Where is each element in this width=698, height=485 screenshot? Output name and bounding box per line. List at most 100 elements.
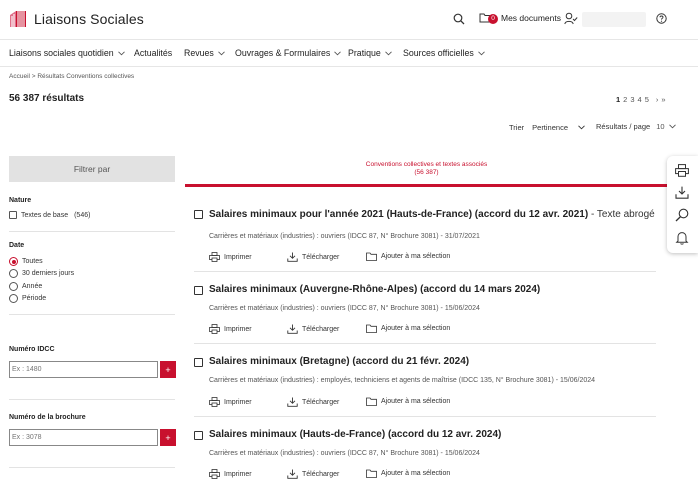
date-filter-title: Date bbox=[9, 242, 25, 249]
divider bbox=[9, 399, 175, 400]
nav-item-label: Ouvrages & Formulaires bbox=[235, 48, 331, 58]
print-icon bbox=[209, 397, 220, 407]
option-label: Année bbox=[22, 283, 43, 290]
sort-select[interactable]: Pertinence bbox=[532, 123, 585, 132]
per-page-select[interactable]: 10 bbox=[656, 122, 676, 131]
print-button[interactable]: Imprimer bbox=[209, 469, 252, 479]
print-icon[interactable] bbox=[675, 164, 689, 177]
print-button[interactable]: Imprimer bbox=[209, 397, 252, 407]
chevron-down-icon bbox=[218, 50, 225, 55]
result-meta: Carrières et matériaux (industries) : ou… bbox=[209, 233, 480, 240]
logo[interactable]: Liaisons Sociales bbox=[8, 9, 144, 29]
main-nav: Liaisons sociales quotidien Actualités R… bbox=[0, 41, 698, 67]
download-button[interactable]: Télécharger bbox=[287, 469, 339, 479]
nav-item-actualites[interactable]: Actualités bbox=[134, 48, 172, 58]
result-title[interactable]: Salaires minimaux pour l'année 2021 (Hau… bbox=[209, 209, 655, 220]
page-link-1[interactable]: 1 bbox=[616, 95, 620, 104]
tab-count: (56 387) bbox=[414, 169, 439, 176]
page-link-5[interactable]: 5 bbox=[645, 95, 649, 104]
radio[interactable] bbox=[9, 294, 18, 303]
download-icon bbox=[287, 469, 298, 479]
last-page-icon[interactable]: » bbox=[661, 95, 665, 104]
radio[interactable] bbox=[9, 269, 18, 278]
search-icon[interactable] bbox=[453, 13, 465, 25]
idcc-filter-title: Numéro IDCC bbox=[9, 346, 55, 353]
add-to-selection-button[interactable]: Ajouter à ma sélection bbox=[366, 397, 450, 406]
date-option-30-jours[interactable]: 30 derniers jours bbox=[9, 269, 74, 278]
per-page-value: 10 bbox=[656, 122, 665, 131]
result-title[interactable]: Salaires minimaux (Hauts-de-France) (acc… bbox=[209, 429, 501, 440]
sort-value: Pertinence bbox=[532, 123, 568, 132]
logo-text: Liaisons Sociales bbox=[34, 11, 144, 27]
download-icon[interactable] bbox=[675, 186, 689, 199]
result-checkbox[interactable] bbox=[194, 210, 203, 219]
help-icon[interactable] bbox=[656, 13, 667, 24]
sort-control: Trier Pertinence bbox=[509, 123, 585, 132]
download-icon bbox=[287, 397, 298, 407]
user-check-icon[interactable] bbox=[564, 12, 578, 25]
my-documents-button[interactable]: 0 Mes documents bbox=[479, 12, 561, 24]
add-brochure-button[interactable]: + bbox=[160, 429, 176, 446]
sort-label: Trier bbox=[509, 123, 525, 132]
nature-filter-title: Nature bbox=[9, 197, 32, 204]
add-idcc-button[interactable]: + bbox=[160, 361, 176, 378]
idcc-input[interactable] bbox=[9, 361, 158, 378]
next-page-icon[interactable]: › bbox=[656, 95, 659, 104]
option-label: Période bbox=[22, 295, 47, 302]
result-checkbox[interactable] bbox=[194, 358, 203, 367]
documents-count-badge: 0 bbox=[488, 13, 498, 24]
date-option-toutes[interactable]: Toutes bbox=[9, 257, 43, 266]
breadcrumb[interactable]: Accueil > Résultats Conventions collecti… bbox=[9, 73, 134, 80]
result-divider bbox=[194, 271, 656, 272]
add-to-selection-button[interactable]: Ajouter à ma sélection bbox=[366, 469, 450, 478]
chevron-down-icon bbox=[334, 50, 342, 55]
checkbox[interactable] bbox=[9, 211, 17, 219]
folder-icon bbox=[366, 469, 377, 478]
page-link-4[interactable]: 4 bbox=[638, 95, 642, 104]
print-icon bbox=[209, 252, 220, 262]
print-icon bbox=[209, 469, 220, 479]
print-icon bbox=[209, 324, 220, 334]
nav-item-ouvrages-formulaires[interactable]: Ouvrages & Formulaires bbox=[235, 48, 342, 58]
user-name-field[interactable] bbox=[582, 12, 646, 27]
filter-button[interactable]: Filtrer par bbox=[9, 156, 175, 182]
per-page-control: Résultats / page 10 bbox=[596, 122, 676, 131]
option-count: (546) bbox=[74, 211, 91, 219]
nature-option-textes-de-base[interactable]: Textes de base (546) bbox=[9, 211, 90, 219]
result-title[interactable]: Salaires minimaux (Auvergne-Rhône-Alpes)… bbox=[209, 284, 540, 295]
download-button[interactable]: Télécharger bbox=[287, 397, 339, 407]
brochure-input[interactable] bbox=[9, 429, 158, 446]
option-label: Textes de base bbox=[21, 211, 69, 219]
result-divider bbox=[194, 343, 656, 344]
folder-icon bbox=[366, 252, 377, 261]
result-checkbox[interactable] bbox=[194, 286, 203, 295]
page-link-2[interactable]: 2 bbox=[623, 95, 627, 104]
option-label: 30 derniers jours bbox=[22, 270, 75, 277]
radio-selected[interactable] bbox=[9, 257, 18, 266]
result-divider bbox=[194, 416, 656, 417]
print-button[interactable]: Imprimer bbox=[209, 252, 252, 262]
tab-conventions-collectives[interactable]: Conventions collectives et textes associ… bbox=[185, 156, 668, 187]
nav-item-sources-officielles[interactable]: Sources officielles bbox=[403, 48, 485, 58]
add-to-selection-button[interactable]: Ajouter à ma sélection bbox=[366, 324, 450, 333]
date-option-periode[interactable]: Période bbox=[9, 294, 46, 303]
result-checkbox[interactable] bbox=[194, 431, 203, 440]
print-button[interactable]: Imprimer bbox=[209, 324, 252, 334]
add-to-selection-button[interactable]: Ajouter à ma sélection bbox=[366, 252, 450, 261]
nav-item-pratique[interactable]: Pratique bbox=[348, 48, 392, 58]
result-title[interactable]: Salaires minimaux (Bretagne) (accord du … bbox=[209, 356, 469, 367]
chevron-down-icon bbox=[384, 50, 392, 55]
nav-item-liaisons-sociales-quotidien[interactable]: Liaisons sociales quotidien bbox=[9, 48, 125, 58]
page-link-3[interactable]: 3 bbox=[630, 95, 634, 104]
download-button[interactable]: Télécharger bbox=[287, 252, 339, 262]
download-button[interactable]: Télécharger bbox=[287, 324, 339, 334]
nav-item-label: Actualités bbox=[134, 48, 173, 58]
nav-item-revues[interactable]: Revues bbox=[184, 48, 225, 58]
radio[interactable] bbox=[9, 282, 18, 291]
date-option-annee[interactable]: Année bbox=[9, 282, 42, 291]
nav-item-label: Pratique bbox=[348, 48, 381, 58]
search-doc-icon[interactable] bbox=[675, 208, 690, 222]
divider bbox=[9, 231, 175, 232]
top-header: Liaisons Sociales 0 Mes documents bbox=[0, 0, 698, 40]
bell-icon[interactable] bbox=[675, 231, 689, 245]
